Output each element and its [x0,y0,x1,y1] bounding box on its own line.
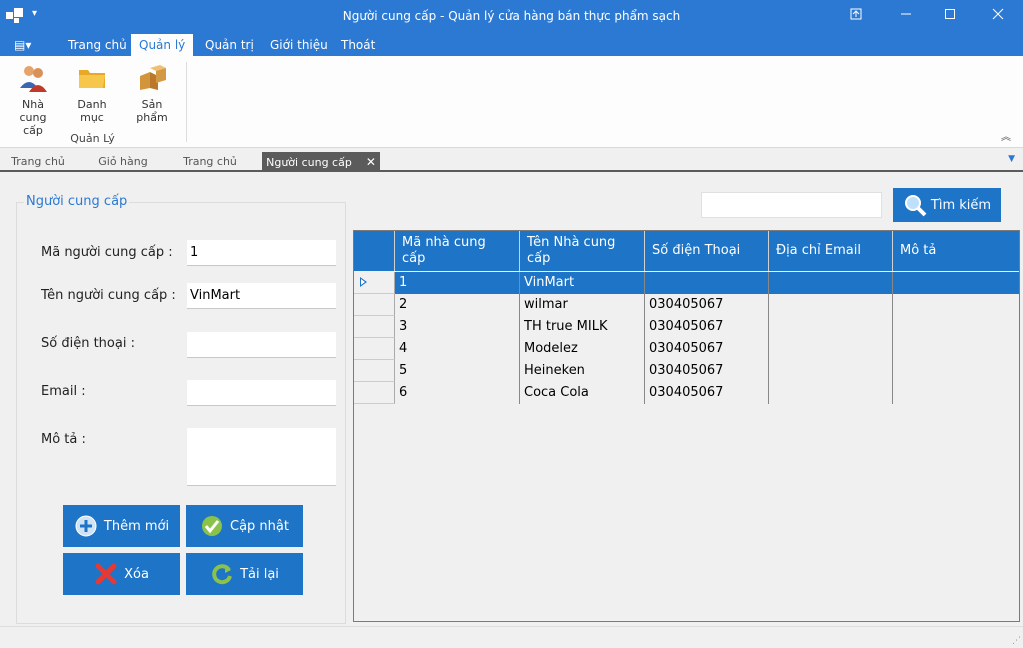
column-header-id[interactable]: Mã nhà cung cấp [395,231,520,271]
search-button[interactable]: Tìm kiếm [893,188,1001,222]
column-header-phone[interactable]: Số điện Thoại [645,231,769,271]
doc-tab-trang-chu[interactable]: Trang chủ [0,152,76,172]
form-title: Người cung cấp [24,194,130,209]
row-header[interactable] [354,360,395,382]
minimize-button[interactable] [896,6,916,26]
search-input[interactable] [701,192,882,218]
doc-tab-gio-hang[interactable]: Giỏ hàng [84,152,162,172]
grid-corner [354,231,395,271]
status-bar: ⋰ [0,626,1023,648]
description-input[interactable] [187,428,336,486]
category-ribbon-button[interactable]: Danh mục [66,62,118,124]
column-header-email[interactable]: Địa chỉ Email [769,231,893,271]
phone-label: Số điện thoại : [41,336,135,351]
tab-trang-chu[interactable]: Trang chủ [60,34,135,56]
title-bar: ▾ Người cung cấp - Quản lý cửa hàng bán … [0,0,1023,34]
tab-list-dropdown-icon[interactable]: ▼ [1008,154,1015,164]
tab-thoat[interactable]: Thoát [333,34,383,56]
app-menu-button[interactable]: ▤▾ [14,38,36,54]
id-input[interactable] [187,240,336,266]
content-area: Người cung cấp Mã người cung cấp : Tên n… [0,174,1023,648]
email-label: Email : [41,384,86,399]
doc-tab-nguoi-cung-cap[interactable]: Người cung cấp ✕ [262,152,380,172]
magnifier-icon [903,193,927,217]
folder-icon [76,62,108,94]
name-label: Tên người cung cấp : [41,288,176,303]
supplier-ribbon-button[interactable]: Nhà cung cấp [8,62,58,137]
doc-tab-trang-chu-2[interactable]: Trang chủ [170,152,250,172]
supplier-grid[interactable]: Mã nhà cung cấp Tên Nhà cung cấp Số điện… [353,230,1020,622]
resize-grip-icon[interactable]: ⋰ [1012,636,1021,646]
table-row[interactable]: 5 Heineken 030405067 [354,360,1019,382]
column-header-name[interactable]: Tên Nhà cung cấp [520,231,645,271]
id-label: Mã người cung cấp : [41,245,173,260]
ribbon-group-separator [186,62,187,142]
tab-quan-tri[interactable]: Quản trị [197,34,262,56]
description-label: Mô tả : [41,432,86,447]
maximize-button[interactable] [940,6,960,26]
email-input[interactable] [187,380,336,406]
row-header[interactable] [354,316,395,338]
delete-x-icon [94,562,118,586]
check-icon [200,514,224,538]
reload-button[interactable]: Tải lại [186,553,303,595]
document-tab-bar: Trang chủ Giỏ hàng Trang chủ Người cung … [0,150,1023,172]
row-header[interactable] [354,294,395,316]
table-row[interactable]: 2 wilmar 030405067 [354,294,1019,316]
ribbon-panel: Nhà cung cấp Danh mục Sản phẩm Quản Lý ︽ [0,56,1023,148]
ribbon-tab-bar: ▤▾ Trang chủ Quản lý Quản trị Giới thiệu… [0,34,1023,56]
row-header[interactable] [354,272,395,294]
reload-icon [210,562,234,586]
boxes-icon [136,62,168,94]
table-row[interactable]: 1 VinMart [354,272,1019,294]
delete-button[interactable]: Xóa [63,553,180,595]
ribbon-group-label: Quản Lý [70,132,115,145]
phone-input[interactable] [187,332,336,358]
close-tab-icon[interactable]: ✕ [366,152,376,172]
name-input[interactable] [187,283,336,309]
pin-icon[interactable] [846,6,866,26]
update-button[interactable]: Cập nhật [186,505,303,547]
users-icon [17,62,49,94]
tab-gioi-thieu[interactable]: Giới thiệu [262,34,336,56]
add-icon [74,514,98,538]
column-header-description[interactable]: Mô tả [893,231,1019,271]
row-header[interactable] [354,338,395,360]
tab-quan-ly[interactable]: Quản lý [131,34,194,56]
grid-header: Mã nhà cung cấp Tên Nhà cung cấp Số điện… [354,231,1019,271]
add-button[interactable]: Thêm mới [63,505,180,547]
product-ribbon-button[interactable]: Sản phẩm [126,62,178,124]
row-header[interactable] [354,382,395,404]
window-title: Người cung cấp - Quản lý cửa hàng bán th… [342,9,681,23]
close-button[interactable] [988,6,1008,26]
table-row[interactable]: 3 TH true MILK 030405067 [354,316,1019,338]
table-row[interactable]: 4 Modelez 030405067 [354,338,1019,360]
collapse-ribbon-icon[interactable]: ︽ [1001,128,1011,143]
table-row[interactable]: 6 Coca Cola 030405067 [354,382,1019,404]
